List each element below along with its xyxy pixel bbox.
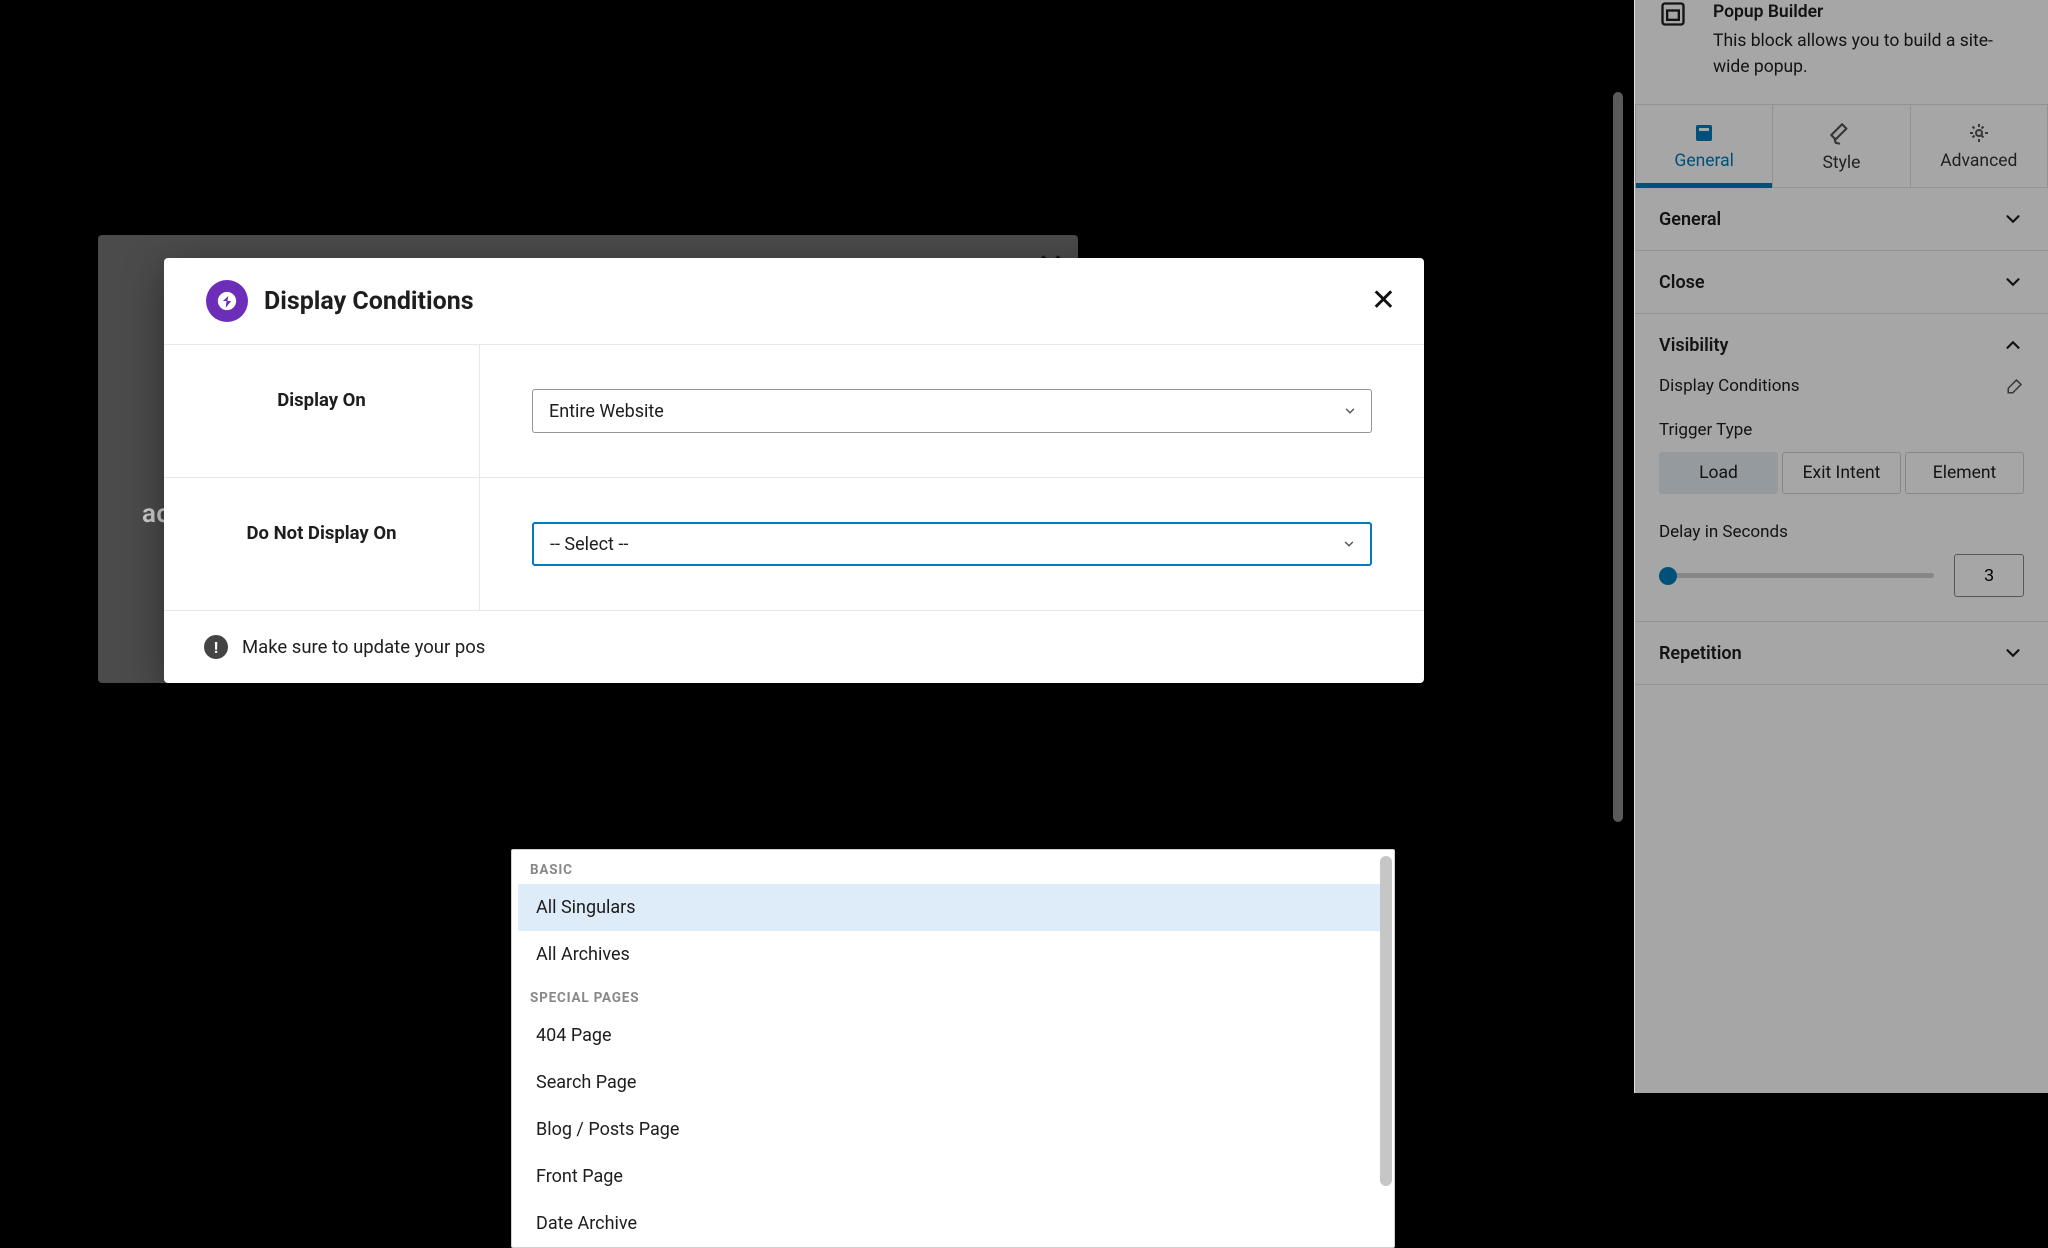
do-not-display-on-select[interactable]: -- Select -- <box>532 522 1372 566</box>
display-on-select[interactable]: Entire Website <box>532 389 1372 433</box>
delay-label: Delay in Seconds <box>1659 522 2024 542</box>
canvas-scrollbar[interactable] <box>1610 0 1626 1093</box>
dropdown-option-all-singulars[interactable]: All Singulars <box>518 884 1388 931</box>
slider-thumb[interactable] <box>1659 567 1677 585</box>
dropdown-option-search-page[interactable]: Search Page <box>518 1059 1388 1106</box>
modal-title: Display Conditions <box>264 287 474 316</box>
chevron-up-icon <box>2002 334 2024 356</box>
dropdown-option-blog-posts-page[interactable]: Blog / Posts Page <box>518 1106 1388 1153</box>
delay-slider[interactable] <box>1659 573 1934 578</box>
trigger-option-exit-intent[interactable]: Exit Intent <box>1782 452 1901 494</box>
trigger-option-element[interactable]: Element <box>1905 452 2024 494</box>
display-conditions-modal: Display Conditions ✕ Display On Entire W… <box>164 258 1424 683</box>
dropdown-option-all-archives[interactable]: All Archives <box>518 931 1388 978</box>
panel-general-toggle[interactable]: General <box>1635 188 2048 250</box>
display-on-value: Entire Website <box>549 401 664 422</box>
trigger-option-load[interactable]: Load <box>1659 452 1778 494</box>
tab-advanced[interactable]: Advanced <box>1911 105 2048 187</box>
panel-close: Close <box>1635 251 2048 314</box>
panel-repetition-toggle[interactable]: Repetition <box>1635 622 2048 684</box>
block-info: Popup Builder This block allows you to b… <box>1635 0 2048 104</box>
panel-close-toggle[interactable]: Close <box>1635 251 2048 313</box>
chevron-down-icon <box>1342 537 1356 551</box>
block-title: Popup Builder <box>1713 0 2024 25</box>
inspector-sidebar: Popup Builder This block allows you to b… <box>1634 0 2048 1093</box>
trigger-type-label: Trigger Type <box>1659 420 2024 440</box>
info-icon: ! <box>204 635 228 659</box>
tab-style[interactable]: Style <box>1773 105 1910 187</box>
panel-title: Repetition <box>1659 643 1742 664</box>
tab-label: General <box>1674 151 1734 171</box>
block-description: This block allows you to build a site-wi… <box>1713 29 2024 80</box>
brand-icon <box>206 280 248 322</box>
chevron-down-icon <box>1343 404 1357 418</box>
dropdown-scrollbar[interactable] <box>1380 856 1392 1186</box>
dropdown-group-label: BASIC <box>512 850 1394 884</box>
inspector-tabs: General Style Advanced <box>1635 104 2048 188</box>
modal-footer: ! Make sure to update your pos <box>164 611 1424 683</box>
gear-icon <box>1911 121 2047 145</box>
chevron-down-icon <box>2002 271 2024 293</box>
panel-title: Close <box>1659 272 1705 293</box>
panel-title: Visibility <box>1659 335 1728 356</box>
delay-number-input[interactable] <box>1954 554 2024 597</box>
condition-row-do-not-display-on: Do Not Display On -- Select -- <box>164 478 1424 611</box>
condition-row-display-on: Display On Entire Website <box>164 345 1424 478</box>
close-modal-button[interactable]: ✕ <box>1371 286 1396 316</box>
tab-label: Advanced <box>1940 151 2017 171</box>
tab-label: Style <box>1823 153 1861 173</box>
display-conditions-label: Display Conditions <box>1659 376 1800 396</box>
panel-title: General <box>1659 209 1721 230</box>
panel-visibility-toggle[interactable]: Visibility <box>1635 314 2048 376</box>
trigger-type-segmented: Load Exit Intent Element <box>1659 452 2024 494</box>
do-not-display-on-value: -- Select -- <box>550 534 628 555</box>
dropdown-group-label: SPECIAL PAGES <box>512 978 1394 1012</box>
popup-block-icon <box>1659 0 1689 80</box>
panel-repetition: Repetition <box>1635 622 2048 685</box>
do-not-display-on-dropdown[interactable]: BASIC All Singulars All Archives SPECIAL… <box>511 849 1395 1248</box>
dropdown-option-front-page[interactable]: Front Page <box>518 1153 1388 1200</box>
panel-visibility: Visibility Display Conditions Trigger Ty… <box>1635 314 2048 622</box>
do-not-display-on-label: Do Not Display On <box>164 478 480 610</box>
editor-canvas: ✕ ac Display Conditions ✕ Display On Ent… <box>0 0 1634 1093</box>
dropdown-option-404-page[interactable]: 404 Page <box>518 1012 1388 1059</box>
tab-general[interactable]: General <box>1636 105 1773 187</box>
chevron-down-icon <box>2002 642 2024 664</box>
modal-header: Display Conditions ✕ <box>164 258 1424 345</box>
edit-display-conditions-button[interactable] <box>2006 377 2024 395</box>
chevron-down-icon <box>2002 208 2024 230</box>
scroll-thumb[interactable] <box>1613 92 1623 822</box>
panel-general: General <box>1635 188 2048 251</box>
display-on-label: Display On <box>164 345 480 477</box>
dropdown-option-date-archive[interactable]: Date Archive <box>518 1200 1388 1247</box>
modal-footer-hint: Make sure to update your pos <box>242 636 485 658</box>
